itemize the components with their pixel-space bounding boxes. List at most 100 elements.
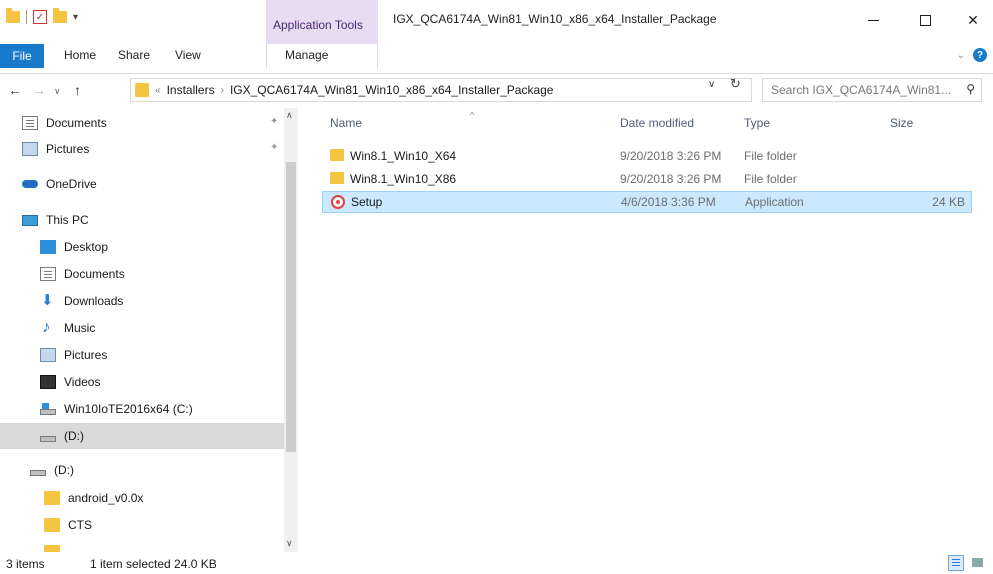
os-drive-icon [40,403,56,415]
ribbon-controls: ⌄ ? [957,48,987,62]
folder-icon [330,172,344,184]
address-bar[interactable]: « Installers › IGX_QCA6174A_Win81_Win10_… [130,78,752,102]
column-header-date-modified[interactable]: Date modified [620,116,694,130]
breadcrumb-current-folder[interactable]: IGX_QCA6174A_Win81_Win10_x86_x64_Install… [230,83,554,97]
breadcrumb-separator-icon[interactable]: › [221,85,224,96]
breadcrumb-overflow[interactable]: « [155,85,161,96]
sidebar-item-label: Videos [64,375,101,389]
drive-icon [40,436,56,442]
application-icon [331,195,345,209]
forward-button[interactable]: → [32,82,46,98]
drive-icon [30,470,46,476]
customize-toolbar-chevron-icon[interactable]: ▾ [73,12,78,23]
application-tools-label: Application Tools [273,18,363,32]
up-button[interactable]: ↑ [74,82,81,98]
folder-icon [330,149,344,161]
file-type: Application [745,195,804,209]
search-input[interactable]: Search IGX_QCA6174A_Win81... ⚲ [762,78,982,102]
large-icons-view-icon[interactable] [970,555,986,571]
sidebar-item-downloads[interactable]: Downloads [0,288,284,314]
tab-view[interactable]: View [175,48,201,62]
minimize-icon [867,19,879,21]
ribbon-tabs: File Home Share View Manage ⌄ ? [0,44,993,74]
refresh-icon[interactable]: ↻ [730,76,741,92]
sidebar-item-d-drive-selected[interactable]: (D:) [0,423,284,449]
column-header-type[interactable]: Type [744,116,770,130]
sidebar-item-d-drive[interactable]: (D:) [0,457,284,483]
sidebar-item-this-pc[interactable]: This PC [0,207,284,233]
sidebar-item-android-folder[interactable]: android_v0.0x [0,485,284,511]
pictures-icon [22,142,38,156]
close-button[interactable]: ✕ [950,6,993,34]
file-date: 4/6/2018 3:36 PM [621,195,716,209]
sidebar-item-desktop[interactable]: Desktop [0,234,284,260]
details-view-icon[interactable] [948,555,964,571]
column-header-size[interactable]: Size [890,116,913,130]
title-bar: ✓ ▾ Application Tools IGX_QCA6174A_Win81… [0,0,993,44]
sidebar-item-label: This PC [46,213,89,227]
sidebar-item-label: CTS [68,518,92,532]
status-bar: 3 items 1 item selected 24.0 KB [0,552,993,574]
new-folder-icon[interactable] [53,8,67,23]
scroll-up-icon[interactable]: ∧ [286,110,293,121]
back-button[interactable]: ← [8,82,22,98]
tab-manage[interactable]: Manage [285,48,328,62]
sidebar-item-label: Documents [64,267,125,281]
status-item-count: 3 items [6,557,45,571]
sidebar-item-label: (D:) [54,463,74,477]
sidebar-item-label: Pictures [46,142,90,156]
folder-icon [44,491,60,505]
breadcrumb-installers[interactable]: Installers [167,83,215,97]
desktop-icon [40,240,56,254]
this-pc-icon [22,214,38,226]
sidebar-item-label: Downloads [64,294,124,308]
maximize-button[interactable] [902,6,948,34]
address-dropdown-icon[interactable]: ∨ [708,79,715,90]
file-list: ^ Name Date modified Type Size Win8.1_Wi… [298,108,993,552]
expand-ribbon-chevron-icon[interactable]: ⌄ [957,50,965,61]
sidebar-item-music[interactable]: Music [0,315,284,341]
sidebar-item-pictures[interactable]: Pictures [0,342,284,368]
sidebar-item-pictures-quick[interactable]: Pictures [0,136,284,162]
sidebar-item-label: Desktop [64,240,109,254]
music-icon [40,317,56,337]
properties-check-icon[interactable]: ✓ [33,10,47,24]
sidebar-item-cts-folder[interactable]: CTS [0,512,284,538]
sidebar-item-videos[interactable]: Videos [0,369,284,395]
tab-home[interactable]: Home [64,48,96,62]
sidebar-scroll-thumb[interactable] [286,162,296,452]
sidebar-item-label: Music [64,321,96,335]
videos-icon [40,375,56,389]
help-icon[interactable]: ? [973,48,987,62]
sidebar-item-onedrive[interactable]: OneDrive [0,171,284,197]
file-row[interactable]: Win8.1_Win10_X64 9/20/2018 3:26 PM File … [322,145,972,167]
file-name: Setup [351,195,383,209]
file-date: 9/20/2018 3:26 PM [620,172,722,186]
file-date: 9/20/2018 3:26 PM [620,149,722,163]
file-row-selected[interactable]: Setup 4/6/2018 3:36 PM Application 24 KB [322,191,972,213]
sidebar-item-documents[interactable]: Documents [0,261,284,287]
file-type: File folder [744,149,797,163]
tab-share[interactable]: Share [118,48,150,62]
sidebar-item-c-drive[interactable]: Win10IoTE2016x64 (C:) [0,396,284,422]
sidebar-item-documents-quick[interactable]: Documents [0,110,284,136]
sidebar-item-partial-folder[interactable] [0,539,284,552]
downloads-icon [40,291,56,309]
recent-locations-chevron-icon[interactable]: ∨ [54,86,61,97]
tab-file[interactable]: File [0,44,44,68]
scroll-down-icon[interactable]: ∨ [286,538,293,549]
file-name: Win8.1_Win10_X64 [350,149,457,163]
pin-icon[interactable]: ✦ [270,142,278,153]
column-header-name[interactable]: Name [330,116,362,130]
onedrive-icon [22,180,38,188]
search-icon[interactable]: ⚲ [966,82,975,96]
maximize-icon [919,14,931,26]
file-size: 24 KB [932,195,965,209]
pin-icon[interactable]: ✦ [270,116,278,127]
file-row[interactable]: Win8.1_Win10_X86 9/20/2018 3:26 PM File … [322,168,972,190]
quick-access-toolbar: ✓ ▾ [6,8,78,24]
minimize-button[interactable] [850,6,896,34]
sort-ascending-icon: ^ [470,110,475,120]
navigation-bar: ← → ∨ ↑ « Installers › IGX_QCA6174A_Win8… [0,74,993,108]
sidebar-item-label: (D:) [64,429,84,443]
